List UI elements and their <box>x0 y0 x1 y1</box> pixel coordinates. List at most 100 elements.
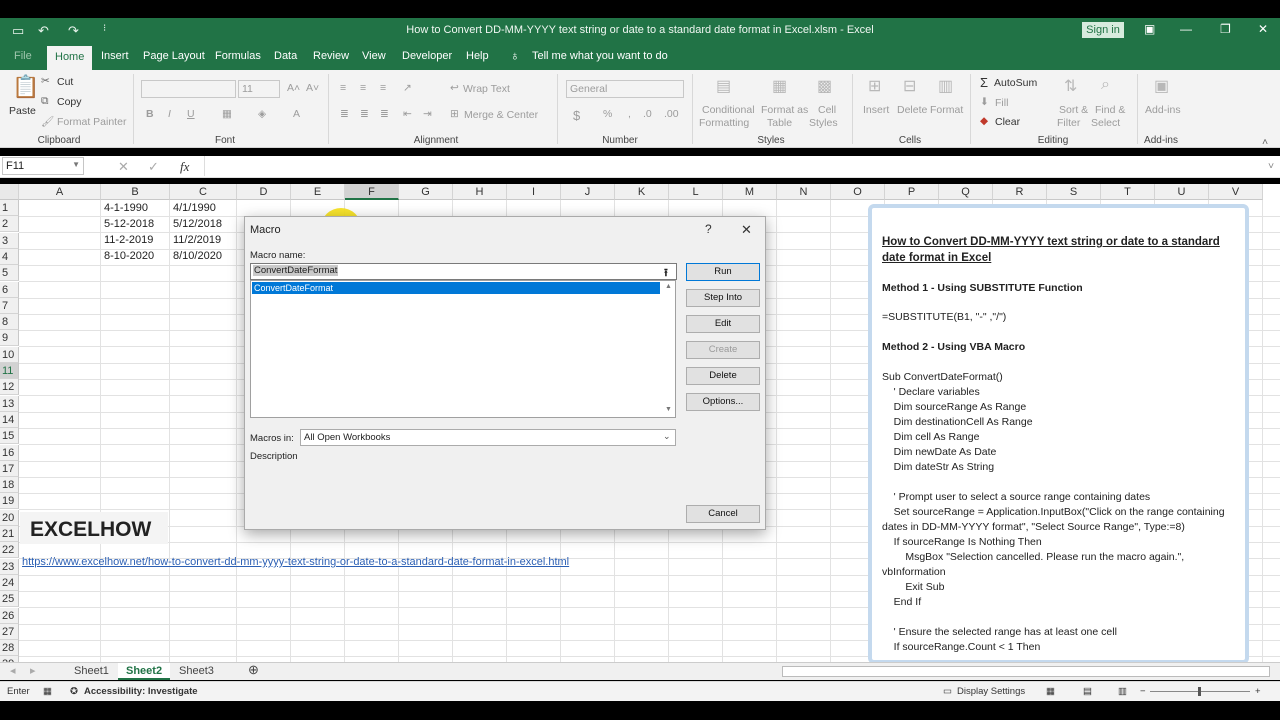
delete-button[interactable]: Delete <box>686 367 760 385</box>
align-right-icon[interactable]: ≣ <box>380 108 389 120</box>
column-header-a[interactable]: A <box>19 184 101 200</box>
column-header-f[interactable]: F <box>345 184 399 200</box>
column-header-s[interactable]: S <box>1047 184 1101 200</box>
tab-formulas[interactable]: Formulas <box>215 50 261 62</box>
sheet-tab-sheet2[interactable]: Sheet2 <box>118 663 171 680</box>
decrease-decimal-icon[interactable]: .00 <box>664 108 679 120</box>
cancel-entry-icon[interactable]: ✕ <box>118 159 129 175</box>
increase-decimal-icon[interactable]: .0 <box>643 108 652 120</box>
confirm-entry-icon[interactable]: ✓ <box>148 159 159 175</box>
row-header-22[interactable]: 22 <box>0 542 19 559</box>
row-header-23[interactable]: 23 <box>0 558 19 575</box>
row-header-28[interactable]: 28 <box>0 640 19 657</box>
tell-me-search[interactable]: Tell me what you want to do <box>532 50 668 62</box>
macro-recording-icon[interactable]: ▦ <box>43 686 52 697</box>
row-header-12[interactable]: 12 <box>0 379 19 396</box>
format-as-table-button[interactable]: Format as <box>761 104 808 116</box>
fill-color-icon[interactable]: ◈ <box>258 108 266 120</box>
insert-cells-button[interactable]: Insert <box>863 104 889 116</box>
shrink-font-icon[interactable]: A˅ <box>306 82 319 94</box>
cell-styles-icon[interactable]: ▩ <box>817 76 832 96</box>
cell-c2[interactable]: 5/12/2018 <box>173 216 222 232</box>
restore-icon[interactable]: ❐ <box>1220 22 1231 36</box>
formula-input[interactable] <box>204 156 1266 176</box>
create-button[interactable]: Create <box>686 341 760 359</box>
autosum-button[interactable]: AutoSum <box>994 77 1037 89</box>
delete-cells-button[interactable]: Delete <box>897 104 927 116</box>
tab-review[interactable]: Review <box>313 50 349 62</box>
italic-icon[interactable]: I <box>168 108 171 120</box>
options-button[interactable]: Options... <box>686 393 760 411</box>
bold-icon[interactable]: B <box>146 108 154 120</box>
middle-align-icon[interactable]: ≡ <box>360 82 366 94</box>
format-as-table-icon[interactable]: ▦ <box>772 76 787 96</box>
scroll-up-icon[interactable]: ▲ <box>665 283 672 290</box>
macro-list-item[interactable]: ConvertDateFormat <box>252 282 660 294</box>
cell-b3[interactable]: 11-2-2019 <box>104 232 153 248</box>
row-header-7[interactable]: 7 <box>0 297 19 314</box>
wrap-text-button[interactable]: Wrap Text <box>463 83 510 95</box>
merge-center-button[interactable]: Merge & Center <box>464 109 538 121</box>
row-header-27[interactable]: 27 <box>0 623 19 640</box>
column-header-l[interactable]: L <box>669 184 723 200</box>
tutorial-link[interactable]: https://www.excelhow.net/how-to-convert-… <box>22 554 569 570</box>
sign-in-button[interactable]: Sign in <box>1082 22 1124 38</box>
sheet-tab-sheet1[interactable]: Sheet1 <box>66 663 117 680</box>
row-header-1[interactable]: 1 <box>0 200 19 216</box>
sort-filter-icon[interactable]: ⇅ <box>1064 76 1077 96</box>
orientation-icon[interactable]: ↗ <box>403 82 412 94</box>
row-header-24[interactable]: 24 <box>0 574 19 591</box>
row-header-16[interactable]: 16 <box>0 444 19 461</box>
currency-icon[interactable]: $ <box>573 108 580 123</box>
format-cells-button[interactable]: Format <box>930 104 963 116</box>
tab-data[interactable]: Data <box>274 50 297 62</box>
copy-icon[interactable]: ⧉ <box>41 95 49 108</box>
minimize-icon[interactable]: — <box>1180 22 1192 36</box>
column-header-g[interactable]: G <box>399 184 453 200</box>
grow-font-icon[interactable]: A˄ <box>287 82 300 94</box>
scroll-sheets-left-icon[interactable]: ◂ <box>2 663 24 680</box>
row-header-6[interactable]: 6 <box>0 281 19 298</box>
scroll-down-icon[interactable]: ▼ <box>665 406 672 413</box>
row-header-17[interactable]: 17 <box>0 460 19 477</box>
conditional-formatting-button[interactable]: Conditional <box>702 104 755 116</box>
comma-icon[interactable]: , <box>628 108 631 120</box>
row-header-4[interactable]: 4 <box>0 248 19 265</box>
row-header-15[interactable]: 15 <box>0 428 19 445</box>
accessibility-status[interactable]: Accessibility: Investigate <box>84 686 198 697</box>
run-button[interactable]: Run <box>686 263 760 281</box>
borders-icon[interactable]: ▦ <box>222 108 232 120</box>
column-header-e[interactable]: E <box>291 184 345 200</box>
conditional-formatting-icon[interactable]: ▤ <box>716 76 731 96</box>
tab-home[interactable]: Home <box>47 46 93 70</box>
column-header-d[interactable]: D <box>237 184 291 200</box>
cell-c1[interactable]: 4/1/1990 <box>173 200 216 216</box>
format-cells-icon[interactable]: ▥ <box>938 76 953 96</box>
row-header-18[interactable]: 18 <box>0 477 19 494</box>
cut-icon[interactable]: ✂ <box>41 75 50 87</box>
row-header-14[interactable]: 14 <box>0 411 19 428</box>
column-header-j[interactable]: J <box>561 184 615 200</box>
help-icon[interactable]: ? <box>705 222 712 236</box>
row-header-9[interactable]: 9 <box>0 330 19 347</box>
align-left-icon[interactable]: ≣ <box>340 108 349 120</box>
step-into-button[interactable]: Step Into <box>686 289 760 307</box>
zoom-slider-thumb[interactable] <box>1198 687 1201 696</box>
row-header-25[interactable]: 25 <box>0 591 19 608</box>
horizontal-scrollbar[interactable] <box>782 666 1270 677</box>
cell-c4[interactable]: 8/10/2020 <box>173 248 222 264</box>
paste-icon[interactable]: 📋 <box>12 74 39 100</box>
row-header-10[interactable]: 10 <box>0 346 19 363</box>
copy-button[interactable]: Copy <box>57 96 82 108</box>
column-header-p[interactable]: P <box>885 184 939 200</box>
column-header-t[interactable]: T <box>1101 184 1155 200</box>
macros-in-select[interactable]: All Open Workbooks ⌄ <box>300 429 676 446</box>
page-layout-view-icon[interactable]: ▤ <box>1083 686 1092 697</box>
close-window-icon[interactable]: ✕ <box>1258 22 1268 36</box>
new-sheet-icon[interactable]: ⊕ <box>240 662 267 679</box>
bottom-align-icon[interactable]: ≡ <box>380 82 386 94</box>
cell-styles-button[interactable]: Cell <box>818 104 836 116</box>
row-header-20[interactable]: 20 <box>0 509 19 526</box>
delete-cells-icon[interactable]: ⊟ <box>903 76 916 96</box>
row-header-13[interactable]: 13 <box>0 395 19 412</box>
